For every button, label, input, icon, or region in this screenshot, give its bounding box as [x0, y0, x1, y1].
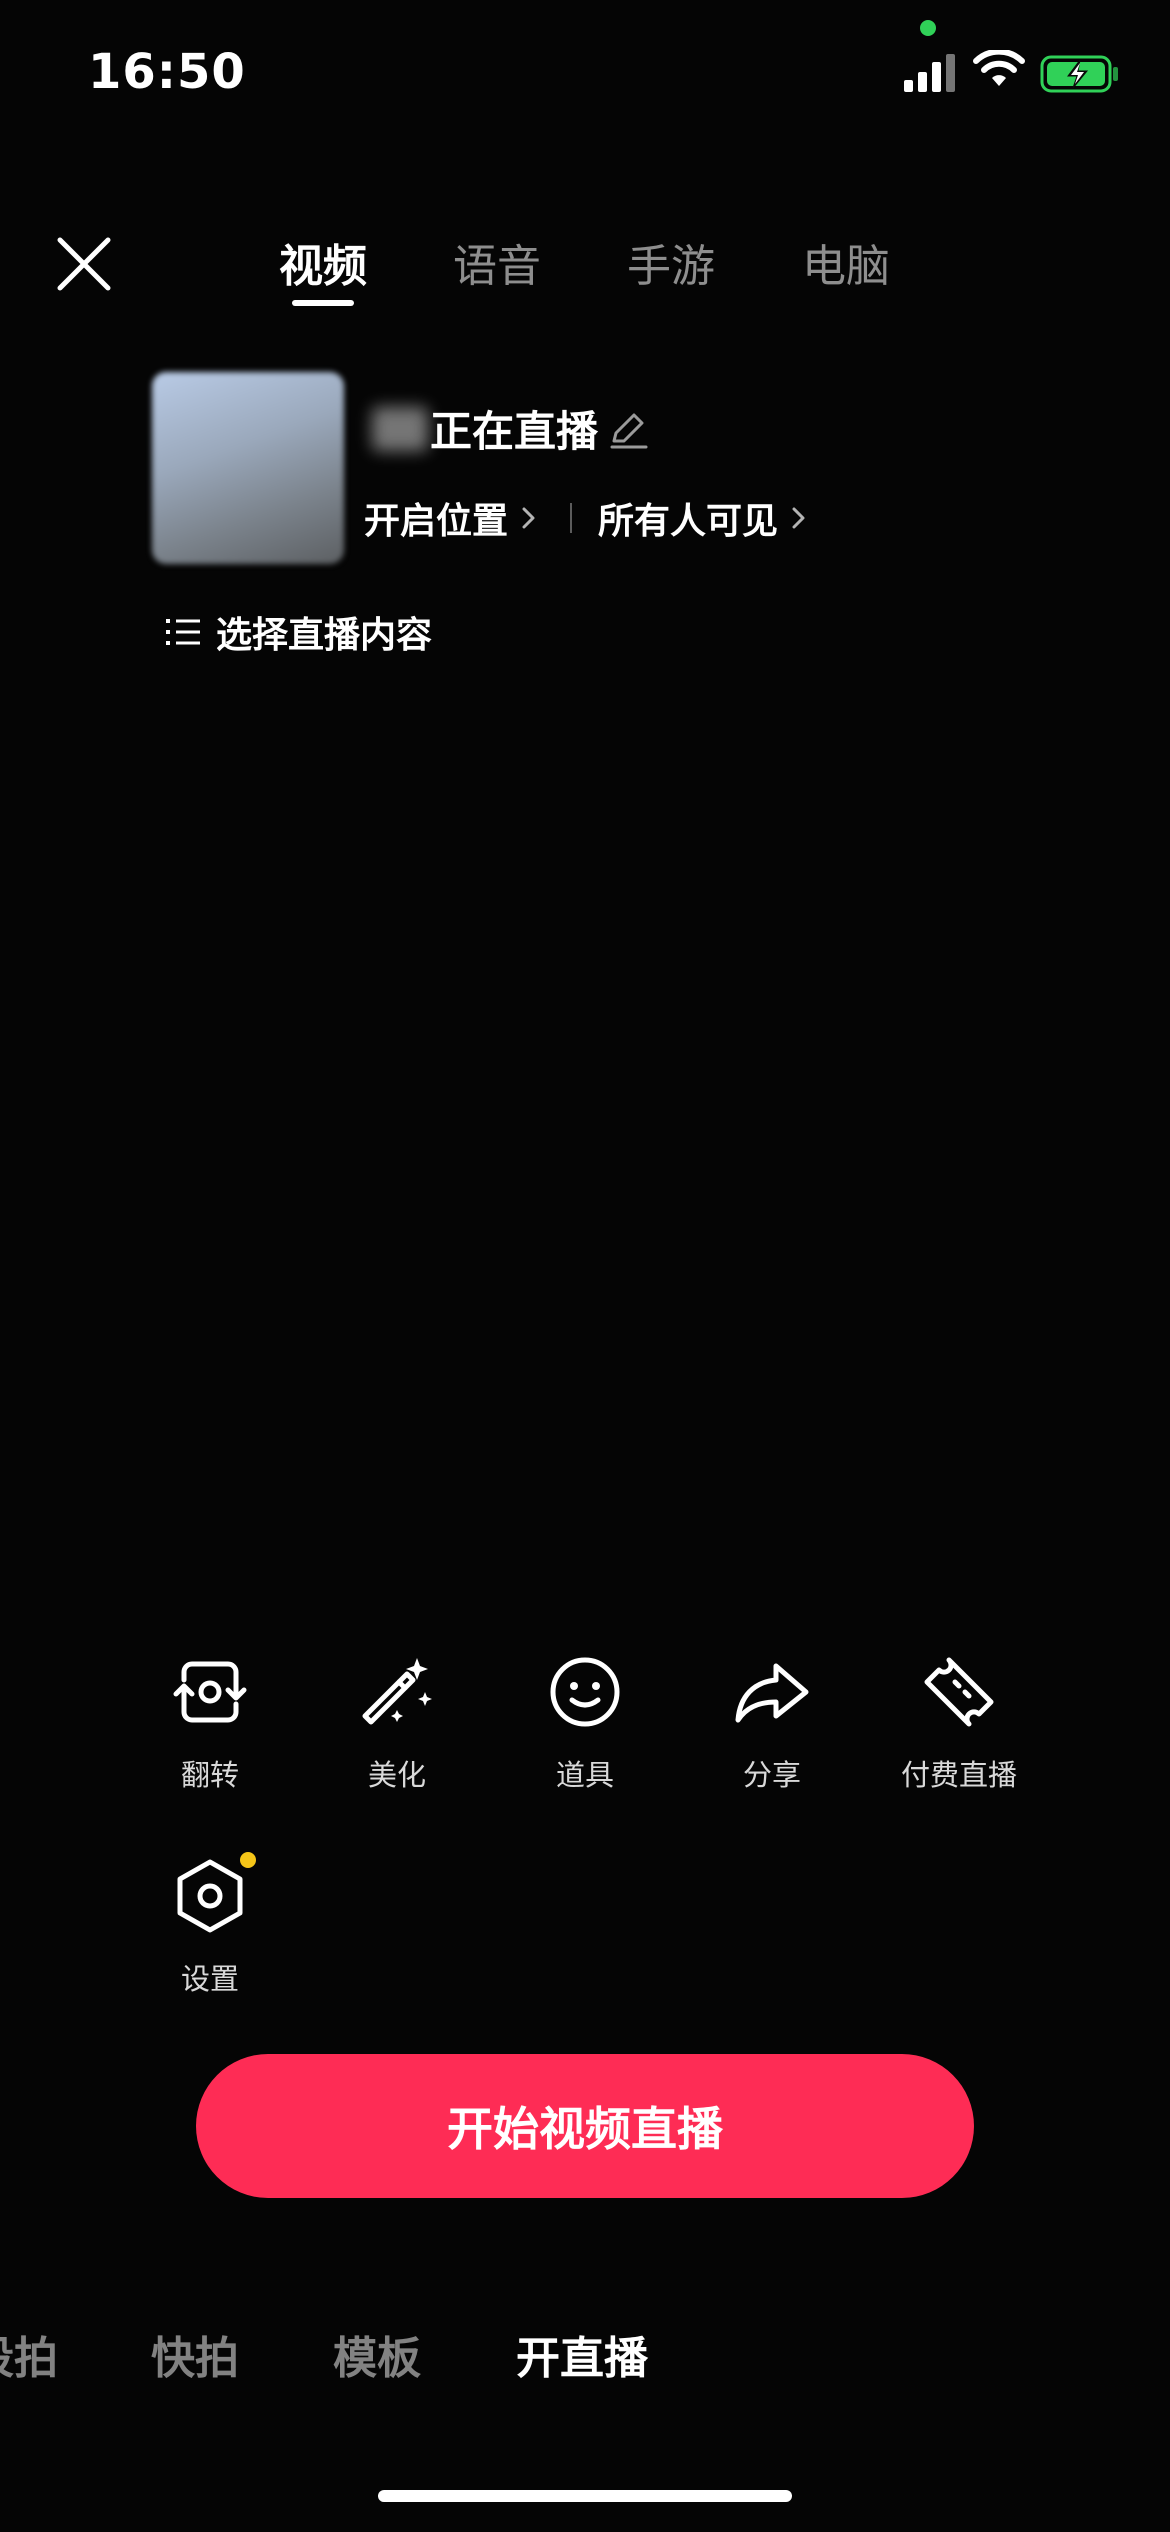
ticket-icon	[924, 1657, 994, 1727]
settings-button[interactable]: 设置	[130, 1856, 290, 1998]
room-meta-row: 开启位置 所有人可见	[364, 492, 810, 544]
select-content-button[interactable]: 选择直播内容	[166, 606, 432, 658]
flip-camera-icon	[173, 1661, 247, 1723]
edit-pencil-icon[interactable]	[606, 407, 650, 451]
home-indicator	[378, 2490, 792, 2502]
mode-go-live[interactable]: 开直播	[516, 2322, 648, 2386]
list-icon	[166, 619, 200, 645]
mode-quick-shoot[interactable]: 快拍	[151, 2322, 239, 2386]
share-arrow-icon	[735, 1663, 809, 1723]
visibility-selector[interactable]: 所有人可见	[598, 492, 778, 544]
battery-charging-icon	[1040, 55, 1118, 93]
chevron-right-icon	[522, 507, 535, 529]
status-time: 16:50	[88, 44, 246, 100]
tool-label: 设置	[180, 1962, 239, 1996]
select-content-label: 选择直播内容	[216, 615, 433, 656]
room-title-row[interactable]: 正在直播	[372, 398, 650, 459]
blurred-name	[372, 406, 428, 451]
props-button[interactable]: 道具	[505, 1652, 665, 1794]
tool-label: 翻转	[180, 1758, 239, 1792]
mode-segment-shoot[interactable]: 段拍	[0, 2322, 58, 2386]
tool-label: 美化	[367, 1758, 426, 1792]
divider	[570, 503, 573, 533]
flip-camera-button[interactable]: 翻转	[130, 1652, 290, 1794]
start-live-button[interactable]: 开始视频直播	[196, 2054, 974, 2198]
tool-label: 分享	[742, 1758, 801, 1792]
magic-wand-icon	[362, 1658, 432, 1725]
share-button[interactable]: 分享	[692, 1652, 852, 1794]
tab-voice[interactable]: 语音	[453, 230, 541, 294]
location-toggle[interactable]: 开启位置	[364, 492, 508, 544]
mode-template[interactable]: 模板	[333, 2322, 421, 2386]
tab-video[interactable]: 视频	[279, 230, 367, 294]
notification-dot	[240, 1852, 256, 1868]
live-cover-image[interactable]	[152, 372, 344, 564]
tab-computer[interactable]: 电脑	[802, 230, 890, 294]
room-title: 正在直播	[430, 407, 599, 456]
camera-active-dot	[920, 20, 936, 36]
active-tab-indicator	[292, 300, 354, 306]
paid-live-button[interactable]: 付费直播	[879, 1652, 1039, 1794]
beautify-button[interactable]: 美化	[317, 1652, 477, 1794]
settings-hex-icon	[177, 1859, 243, 1933]
signal-icon	[904, 54, 955, 92]
chevron-right-icon	[792, 507, 805, 529]
close-icon[interactable]	[52, 232, 116, 296]
tab-mobile-game[interactable]: 手游	[627, 230, 715, 294]
tool-label: 付费直播	[900, 1758, 1017, 1792]
tool-label: 道具	[555, 1758, 614, 1792]
wifi-icon	[973, 50, 1025, 86]
smiley-face-icon	[550, 1657, 620, 1727]
